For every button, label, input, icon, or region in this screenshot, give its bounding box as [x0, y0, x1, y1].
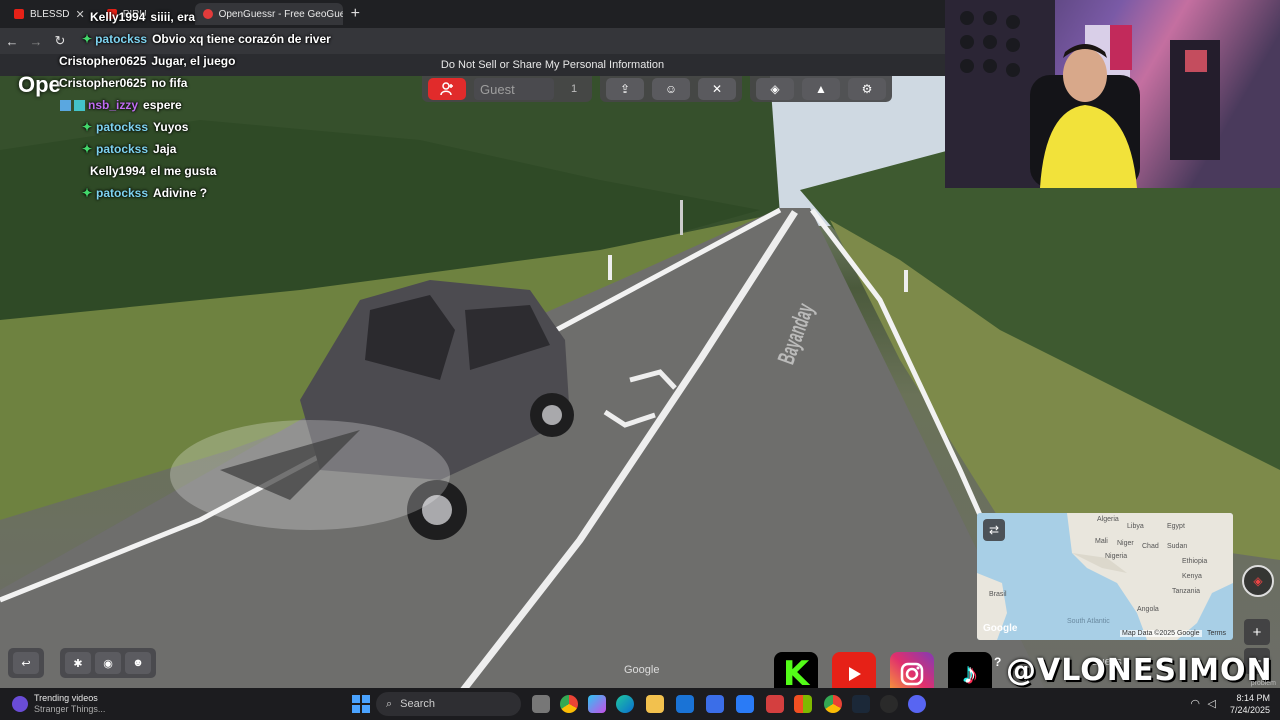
add-player-button[interactable] — [428, 78, 466, 100]
chat-message: ✦ patockss Yuyos — [82, 119, 189, 134]
discord-button[interactable]: ◉ — [95, 652, 121, 674]
game-toolbar: Guest 1 ⇪ ☺ ✕ ◈ ▲ ⚙ — [422, 76, 892, 102]
mod-badge-icon — [74, 99, 85, 111]
mode-group: ⇪ ☺ ✕ — [600, 76, 742, 102]
party-button[interactable]: ☺ — [652, 78, 690, 100]
stream-chat: Kelly1994 siiii, era ✦ patockss Obvio xq… — [0, 6, 331, 204]
map-label: Angola — [1137, 606, 1159, 613]
group-icon: ☺ — [664, 82, 678, 96]
windows-taskbar: Trending videos Stranger Things... ⌕ Sea… — [0, 680, 1280, 720]
question-mark: ? — [994, 655, 1002, 669]
map-label: Kenya — [1182, 573, 1202, 580]
discord-icon[interactable] — [908, 695, 926, 713]
map-label: Brasil — [989, 591, 1007, 598]
copilot-icon[interactable] — [588, 695, 606, 713]
search-icon: ⌕ — [386, 697, 393, 710]
map-options-button[interactable]: ⇄ — [983, 519, 1005, 541]
map-attribution: Map Data ©2025 Google — [1120, 630, 1202, 637]
chat-message: nsb_izzy espere — [0, 94, 330, 116]
upload-icon: ⇪ — [619, 82, 631, 96]
map-label: Sudan — [1167, 543, 1188, 550]
guest-count: 1 — [570, 83, 578, 95]
reddit-button[interactable]: ☻ — [125, 652, 151, 674]
reddit-icon: ☻ — [132, 657, 144, 669]
google-watermark: Google — [624, 664, 660, 676]
verified-badge-icon: ✦ — [82, 119, 93, 134]
gear-icon: ⚙ — [861, 82, 873, 96]
battle-button[interactable]: ✕ — [698, 78, 736, 100]
store-icon[interactable] — [706, 695, 724, 713]
widget-icon — [12, 696, 28, 712]
community-group: ✱ ◉ ☻ — [60, 648, 156, 678]
player-group: Guest 1 — [422, 76, 592, 102]
outlook-icon[interactable] — [676, 695, 694, 713]
trending-widget[interactable]: Trending videos Stranger Things... — [12, 693, 105, 715]
guest-name-input[interactable]: Guest — [474, 78, 554, 100]
map-label: Mali — [1095, 538, 1108, 545]
map-label: Tanzania — [1172, 588, 1201, 595]
chat-message: Cristopher0625 Jugar, el juego — [59, 54, 236, 68]
chat-message: ✦ patockss Jaja — [82, 141, 177, 156]
verified-badge-icon: ✦ — [82, 31, 93, 46]
upload-button[interactable]: ⇪ — [606, 78, 644, 100]
map-label: South Atlantic — [1067, 618, 1110, 625]
compass-icon[interactable]: ◈ — [1242, 565, 1274, 597]
report-bug-button[interactable]: ✱ — [65, 652, 91, 674]
file-explorer-icon[interactable] — [646, 695, 664, 713]
graduation-cap-icon: ▲ — [815, 82, 827, 96]
google-logo: Google — [983, 623, 1018, 634]
chrome-icon[interactable] — [560, 695, 578, 713]
privacy-link[interactable]: Do Not Sell or Share My Personal Informa… — [441, 59, 664, 71]
map-label: Nigeria — [1105, 553, 1128, 560]
verified-badge-icon: ✦ — [82, 141, 93, 156]
report-problem-text: problem — [1250, 680, 1276, 687]
map-label: Chad — [1142, 543, 1159, 550]
obs-icon[interactable] — [880, 695, 898, 713]
streamer-handle: @VLONESIMON — [1006, 653, 1273, 688]
chat-message: Kelly1994 el me gusta — [90, 164, 217, 178]
ms-icon[interactable] — [794, 695, 812, 713]
chat-message: ✦ patockss Obvio xq tiene corazón de riv… — [82, 31, 331, 46]
chrome-icon[interactable] — [824, 695, 842, 713]
map-label: Ethiopia — [1182, 558, 1208, 565]
settings-group: ◈ ▲ ⚙ — [750, 76, 892, 102]
map-label: Libya — [1127, 523, 1144, 530]
system-clock[interactable]: 8:14 PM 7/24/2025 — [1230, 692, 1270, 716]
task-view-icon[interactable] — [532, 695, 550, 713]
layers-icon: ◈ — [770, 82, 780, 96]
chat-message: ✦ patockss Adivine ? — [82, 185, 208, 200]
terms-link[interactable]: Terms — [1207, 630, 1226, 637]
layers-button[interactable]: ◈ — [756, 78, 794, 100]
map-label: Egypt — [1167, 523, 1185, 530]
plus-icon[interactable]: + — [351, 5, 360, 23]
steam-icon[interactable] — [852, 695, 870, 713]
subscriber-badge-icon — [60, 99, 71, 111]
swords-icon: ✕ — [711, 82, 723, 96]
verified-badge-icon: ✦ — [82, 185, 93, 200]
chat-message: Kelly1994 siiii, era — [90, 10, 196, 24]
add-user-icon — [440, 82, 453, 96]
edge-icon[interactable] — [616, 695, 634, 713]
settings-button[interactable]: ⚙ — [848, 78, 886, 100]
discord-icon: ◉ — [103, 657, 113, 670]
guess-minimap[interactable]: Algeria Libya Egypt Mali Niger Chad Suda… — [977, 513, 1233, 640]
zoom-in-button[interactable]: + — [1244, 619, 1270, 645]
webcam-feed — [945, 0, 1280, 188]
learn-button[interactable]: ▲ — [802, 78, 840, 100]
app-icon[interactable] — [766, 695, 784, 713]
bug-icon: ✱ — [73, 657, 83, 670]
undo-group: ↩ — [8, 648, 44, 678]
volume-icon[interactable]: ◁ — [1208, 697, 1216, 710]
wifi-icon[interactable]: ◠ — [1190, 697, 1200, 710]
undo-icon: ↩ — [21, 657, 31, 670]
windows-start-icon[interactable] — [352, 695, 370, 713]
dropbox-icon[interactable] — [736, 695, 754, 713]
map-label: Niger — [1117, 540, 1134, 547]
map-label: Algeria — [1097, 516, 1119, 523]
taskbar-search[interactable]: ⌕ Search — [376, 692, 521, 716]
undo-button[interactable]: ↩ — [13, 652, 39, 674]
chat-message: Cristopher0625 no fifa — [59, 76, 188, 90]
